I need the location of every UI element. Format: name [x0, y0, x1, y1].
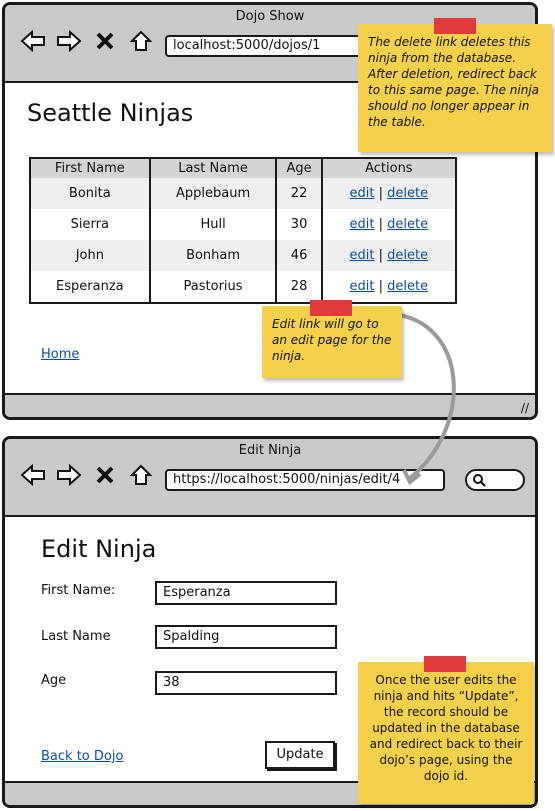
update-note: Once the user edits the ninja and hits “…: [358, 656, 534, 804]
delete-note-text: The delete link deletes this ninja from …: [368, 35, 540, 129]
note-tape: [434, 18, 476, 34]
update-note-text: Once the user edits the ninja and hits “…: [369, 673, 523, 783]
delete-note: The delete link deletes this ninja from …: [358, 18, 552, 152]
note-tape: [310, 300, 352, 316]
edit-note-text: Edit link will go to an edit page for th…: [272, 317, 392, 363]
note-tape: [424, 656, 466, 672]
edit-note: Edit link will go to an edit page for th…: [262, 300, 402, 378]
